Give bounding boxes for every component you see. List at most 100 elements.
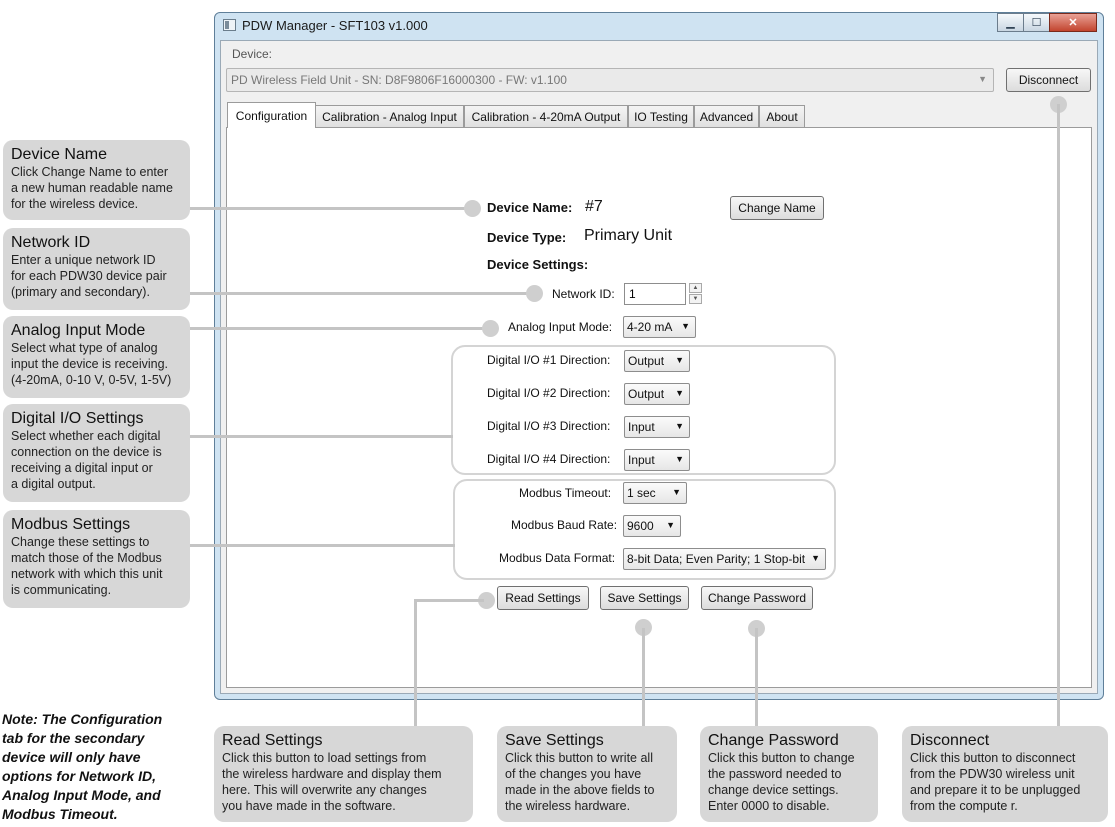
chevron-down-icon: ▼	[681, 321, 690, 331]
spin-up-icon[interactable]: ▲	[689, 283, 702, 293]
window-title: PDW Manager - SFT103 v1.000	[242, 18, 428, 33]
callout-change-password: Change Password Click this button to cha…	[700, 726, 878, 822]
modbus-format-label: Modbus Data Format:	[499, 551, 616, 565]
callout-network-id: Network ID Enter a unique network ID for…	[3, 228, 190, 310]
analog-mode-label: Analog Input Mode:	[508, 320, 613, 334]
callout-digital-io: Digital I/O Settings Select whether each…	[3, 404, 190, 502]
connector-line	[189, 292, 534, 295]
dio-1-value: Output	[628, 354, 665, 368]
callout-title: Modbus Settings	[11, 516, 131, 533]
dio-3-value: Input	[628, 420, 655, 434]
device-type-value: Primary Unit	[584, 227, 673, 244]
dio-2-value: Output	[628, 387, 665, 401]
connector-line	[189, 327, 491, 330]
dio-4-value: Input	[628, 453, 655, 467]
dio-3-label: Digital I/O #3 Direction:	[487, 419, 611, 433]
save-settings-button[interactable]: Save Settings	[600, 586, 689, 610]
app-icon	[223, 19, 236, 31]
callout-title: Read Settings	[222, 732, 323, 749]
device-label: Device:	[232, 47, 273, 61]
analog-mode-value: 4-20 mA	[627, 320, 673, 334]
network-id-value: 1	[629, 287, 636, 301]
callout-title: Digital I/O Settings	[11, 410, 144, 427]
callout-read-settings: Read Settings Click this button to load …	[214, 726, 473, 822]
callout-text: Select whether each digital connection o…	[11, 429, 162, 491]
connector-line	[414, 599, 417, 727]
callout-analog-input: Analog Input Mode Select what type of an…	[3, 316, 190, 398]
disconnect-button[interactable]: Disconnect	[1006, 68, 1091, 92]
network-id-input[interactable]: 1	[624, 283, 686, 305]
chevron-down-icon: ▼	[672, 487, 681, 497]
callout-disconnect: Disconnect Click this button to disconne…	[902, 726, 1108, 822]
modbus-format-select[interactable]: 8-bit Data; Even Parity; 1 Stop-bit ▼	[623, 548, 826, 570]
callout-title: Disconnect	[910, 732, 990, 749]
chevron-down-icon: ▼	[675, 454, 684, 464]
modbus-timeout-select[interactable]: 1 sec ▼	[623, 482, 687, 504]
callout-title: Device Name	[11, 146, 108, 163]
callout-save-settings: Save Settings Click this button to write…	[497, 726, 677, 822]
dio-4-label: Digital I/O #4 Direction:	[487, 452, 611, 466]
callout-title: Save Settings	[505, 732, 604, 749]
read-settings-button[interactable]: Read Settings	[497, 586, 589, 610]
modbus-format-value: 8-bit Data; Even Parity; 1 Stop-bit	[627, 552, 806, 566]
chevron-down-icon: ▼	[811, 553, 820, 563]
modbus-baud-value: 9600	[627, 519, 654, 533]
callout-text: Change these settings to match those of …	[11, 535, 163, 597]
callout-text: Click this button to load settings from …	[222, 751, 442, 813]
chevron-down-icon: ▼	[978, 74, 987, 84]
tab-about[interactable]: About	[759, 105, 805, 127]
chevron-down-icon: ▼	[675, 355, 684, 365]
connector-line	[755, 628, 758, 727]
callout-title: Change Password	[708, 732, 839, 749]
chevron-down-icon: ▼	[666, 520, 675, 530]
spin-down-icon[interactable]: ▼	[689, 294, 702, 304]
network-id-label: Network ID:	[552, 287, 615, 301]
dio-2-label: Digital I/O #2 Direction:	[487, 386, 611, 400]
connector-line	[189, 544, 455, 547]
change-password-button[interactable]: Change Password	[701, 586, 813, 610]
callout-pointer	[482, 320, 499, 337]
callout-text: Enter a unique network ID for each PDW30…	[11, 253, 167, 299]
minimize-button[interactable]: ▁	[997, 13, 1024, 32]
modbus-baud-label: Modbus Baud Rate:	[511, 518, 618, 532]
dio-2-select[interactable]: Output ▼	[624, 383, 690, 405]
secondary-device-note: Note: The Configuration tab for the seco…	[2, 711, 163, 822]
device-name-value: #7	[585, 198, 603, 215]
callout-title: Analog Input Mode	[11, 322, 146, 339]
tab-io-testing[interactable]: IO Testing	[628, 105, 694, 127]
modbus-baud-select[interactable]: 9600 ▼	[623, 515, 681, 537]
device-select[interactable]: PD Wireless Field Unit - SN: D8F9806F160…	[226, 68, 994, 92]
dio-1-label: Digital I/O #1 Direction:	[487, 353, 611, 367]
analog-mode-select[interactable]: 4-20 mA ▼	[623, 316, 696, 338]
tab-advanced[interactable]: Advanced	[694, 105, 759, 127]
dio-3-select[interactable]: Input ▼	[624, 416, 690, 438]
callout-text: Click this button to change the password…	[708, 751, 855, 813]
device-select-value: PD Wireless Field Unit - SN: D8F9806F160…	[231, 73, 567, 87]
modbus-timeout-label: Modbus Timeout:	[519, 486, 612, 500]
tab-calibration-analog-input[interactable]: Calibration - Analog Input	[315, 105, 464, 127]
maximize-button[interactable]: ☐	[1023, 13, 1050, 32]
dio-4-select[interactable]: Input ▼	[624, 449, 690, 471]
device-type-label: Device Type:	[487, 230, 567, 245]
change-name-button[interactable]: Change Name	[730, 196, 824, 220]
dio-1-select[interactable]: Output ▼	[624, 350, 690, 372]
chevron-down-icon: ▼	[675, 421, 684, 431]
connector-line	[642, 628, 645, 727]
connector-line	[1057, 104, 1060, 727]
callout-modbus: Modbus Settings Change these settings to…	[3, 510, 190, 608]
tab-calibration-4-20ma-output[interactable]: Calibration - 4-20mA Output	[464, 105, 628, 127]
callout-text: Click this button to write all of the ch…	[505, 751, 655, 813]
connector-line	[414, 599, 484, 602]
tab-configuration[interactable]: Configuration	[227, 102, 316, 128]
chevron-down-icon: ▼	[675, 388, 684, 398]
callout-pointer	[526, 285, 543, 302]
callout-text: Click this button to disconnect from the…	[910, 751, 1081, 813]
close-button[interactable]: ✕	[1049, 13, 1097, 32]
callout-text: Click Change Name to enter a new human r…	[11, 165, 173, 211]
device-settings-label: Device Settings:	[487, 257, 589, 272]
callout-pointer	[464, 200, 481, 217]
callout-title: Network ID	[11, 234, 91, 251]
modbus-timeout-value: 1 sec	[627, 486, 656, 500]
connector-line	[189, 435, 453, 438]
connector-line	[189, 207, 473, 210]
